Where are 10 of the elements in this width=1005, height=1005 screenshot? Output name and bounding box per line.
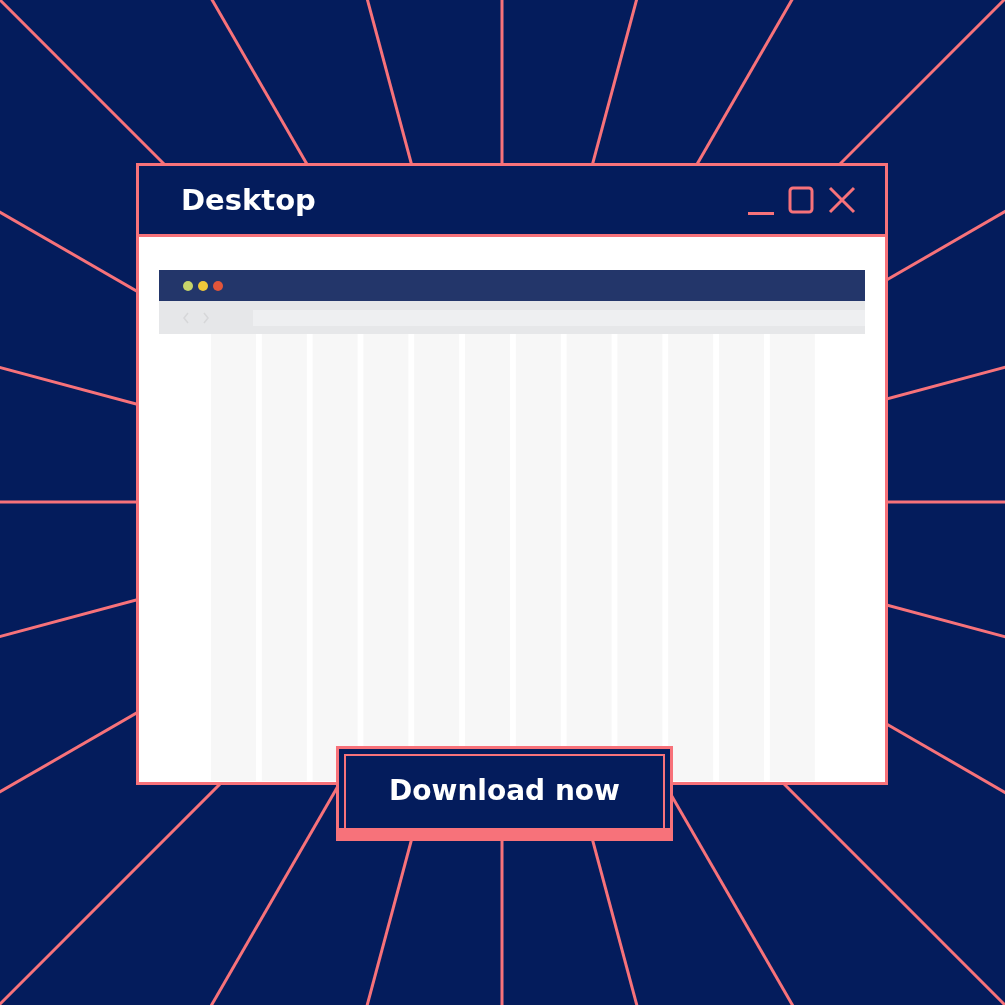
download-button[interactable]: Download now bbox=[336, 746, 673, 841]
close-button[interactable] bbox=[827, 185, 857, 215]
dot-icon bbox=[183, 280, 193, 291]
maximize-button[interactable] bbox=[787, 185, 815, 215]
dot-icon bbox=[213, 280, 223, 291]
close-icon bbox=[827, 185, 857, 215]
window-title: Desktop bbox=[181, 183, 317, 217]
minimize-icon bbox=[747, 211, 775, 215]
dot-icon bbox=[198, 280, 208, 291]
maximize-icon bbox=[787, 185, 815, 215]
